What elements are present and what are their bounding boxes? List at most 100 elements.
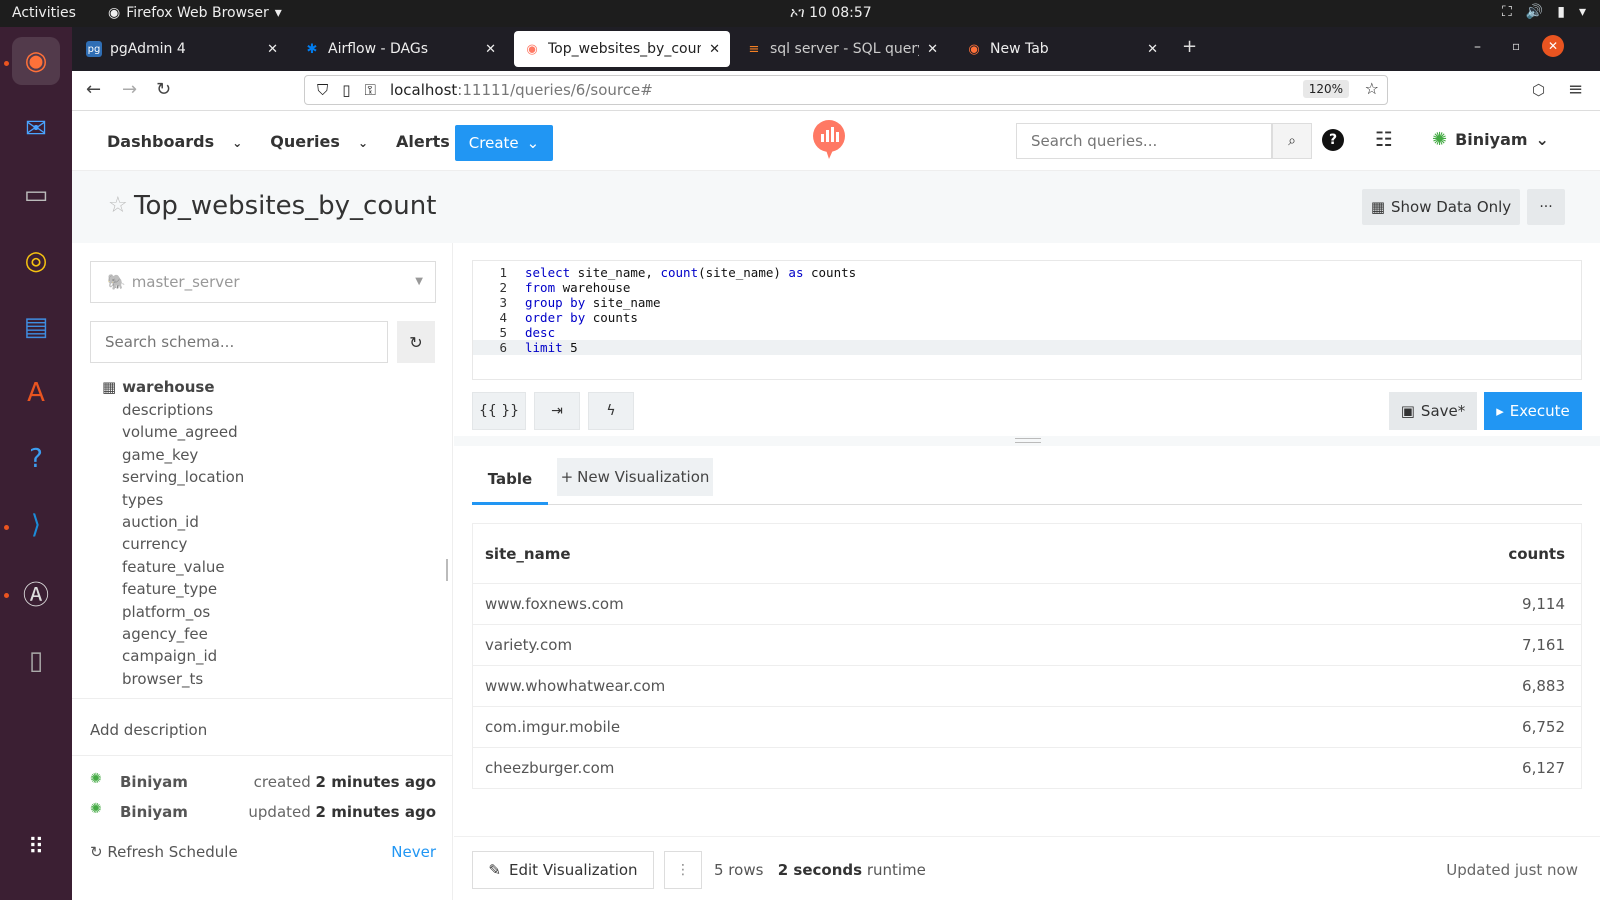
- create-button[interactable]: Create ⌄: [455, 125, 553, 161]
- created-info: ✺ Biniyam created 2 minutes ago: [90, 771, 436, 791]
- plus-icon: +: [560, 468, 574, 486]
- column-header-counts[interactable]: counts: [1255, 523, 1582, 584]
- format-query-icon[interactable]: ⇥: [534, 392, 580, 430]
- editor-line: 6 limit 5: [473, 340, 1581, 355]
- rhythmbox-icon[interactable]: ◎: [12, 237, 60, 285]
- play-icon: ▸: [1496, 402, 1504, 420]
- refresh-schedule-value[interactable]: Never: [391, 843, 436, 861]
- schema-column[interactable]: currency: [102, 533, 432, 555]
- shield-icon[interactable]: ⛉: [317, 81, 328, 99]
- close-icon[interactable]: ✕: [709, 42, 720, 57]
- page-title[interactable]: Top_websites_by_count: [134, 191, 436, 221]
- refresh-schema-button[interactable]: ↻: [397, 321, 435, 363]
- user-menu[interactable]: ✺ Biniyam ⌄: [1432, 129, 1549, 150]
- stackoverflow-icon: ≡: [748, 41, 760, 57]
- schema-column[interactable]: agency_fee: [102, 623, 432, 645]
- activities-button[interactable]: Activities: [12, 5, 76, 21]
- search-icon[interactable]: ⌕: [1272, 123, 1312, 159]
- help-icon[interactable]: ?: [1322, 129, 1344, 151]
- url-bar[interactable]: ⛉ ▯ ⚿ localhost:11111/queries/6/source# …: [304, 75, 1388, 105]
- updater-icon[interactable]: Ⓐ: [12, 569, 60, 617]
- bookmark-star-icon[interactable]: ☆: [1365, 79, 1379, 98]
- redash-icon: ◉: [526, 41, 538, 57]
- execute-button[interactable]: ▸ Execute: [1484, 392, 1582, 430]
- back-button[interactable]: ←: [86, 79, 101, 100]
- schema-column[interactable]: auction_id: [102, 511, 432, 533]
- reload-button[interactable]: ↻: [156, 79, 171, 100]
- files-icon[interactable]: ▭: [12, 171, 60, 219]
- sql-editor[interactable]: 1 select site_name, count(site_name) as c…: [472, 260, 1582, 380]
- schema-table[interactable]: ▦ warehouse: [102, 375, 432, 399]
- browser-tab-redash[interactable]: ◉ Top_websites_by_count ✕: [514, 31, 730, 67]
- nav-queries[interactable]: Queries ⌄: [270, 132, 368, 151]
- settings-sliders-icon[interactable]: ☷: [1375, 127, 1393, 151]
- software-center-icon[interactable]: A: [12, 369, 60, 417]
- firefox-icon[interactable]: ◉: [12, 37, 60, 85]
- maximize-button[interactable]: ▫: [1512, 39, 1520, 53]
- new-tab-button[interactable]: +: [1182, 36, 1197, 57]
- thunderbird-icon[interactable]: ✉: [12, 105, 60, 153]
- network-icon: ⛶: [1502, 4, 1512, 20]
- add-description-link[interactable]: Add description: [72, 698, 453, 756]
- resize-handle[interactable]: [1015, 438, 1041, 443]
- schema-column[interactable]: platform_os: [102, 601, 432, 623]
- forward-button[interactable]: →: [122, 79, 137, 100]
- autocomplete-bolt-icon[interactable]: ϟ: [588, 392, 634, 430]
- schema-column[interactable]: descriptions: [102, 399, 432, 421]
- browser-tab-newtab[interactable]: ◉ New Tab ✕: [956, 31, 1168, 67]
- nav-dashboards[interactable]: Dashboards ⌄: [107, 132, 242, 151]
- redash-logo[interactable]: [812, 119, 846, 161]
- vscode-icon[interactable]: ⟩: [12, 501, 60, 549]
- close-icon[interactable]: ✕: [927, 42, 938, 57]
- permissions-icon[interactable]: ⚿: [365, 81, 376, 99]
- close-window-button[interactable]: ✕: [1542, 35, 1564, 57]
- usb-drive-icon[interactable]: ▯: [12, 637, 60, 685]
- table-cell: 7,161: [1255, 624, 1582, 666]
- system-tray[interactable]: ⛶ 🔊 ▮ ▾: [1502, 4, 1586, 20]
- edit-visualization-button[interactable]: ✎ Edit Visualization: [472, 851, 654, 889]
- writer-icon[interactable]: ▤: [12, 303, 60, 351]
- schema-column[interactable]: campaign_id: [102, 645, 432, 667]
- tab-table[interactable]: Table: [472, 456, 548, 505]
- schema-column[interactable]: feature_type: [102, 578, 432, 600]
- sql-line-1: select site_name, count(site_name) as co…: [525, 265, 857, 280]
- close-icon[interactable]: ✕: [267, 42, 278, 57]
- zoom-level[interactable]: 120%: [1302, 80, 1349, 98]
- close-icon[interactable]: ✕: [1147, 42, 1158, 57]
- nav-alerts[interactable]: Alerts: [396, 132, 450, 151]
- more-options-button[interactable]: ···: [1527, 189, 1565, 225]
- table-cell: com.imgur.mobile: [472, 706, 1256, 748]
- save-button[interactable]: ▣ Save*: [1389, 392, 1477, 430]
- new-visualization-button[interactable]: + New Visualization: [557, 458, 713, 496]
- schema-search-input[interactable]: [90, 321, 388, 363]
- schema-column[interactable]: browser_ts: [102, 668, 432, 690]
- more-options-button[interactable]: ⋮: [664, 851, 702, 889]
- close-icon[interactable]: ✕: [485, 42, 496, 57]
- schema-browser: ▦ warehouse descriptions volume_agreed g…: [102, 375, 432, 695]
- clock[interactable]: ኦገ 10 08:57: [790, 5, 872, 21]
- hamburger-menu-icon[interactable]: ≡: [1568, 79, 1583, 100]
- table-icon: ▦: [1370, 198, 1385, 216]
- schema-column[interactable]: types: [102, 489, 432, 511]
- browser-tab-pgadmin[interactable]: pg pgAdmin 4 ✕: [76, 31, 288, 67]
- schema-column[interactable]: serving_location: [102, 466, 432, 488]
- data-source-select[interactable]: 🐘 master_server ▼: [90, 261, 436, 303]
- schema-column[interactable]: feature_value: [102, 556, 432, 578]
- app-grid-icon[interactable]: ⠿: [12, 823, 60, 871]
- browser-tab-stackoverflow[interactable]: ≡ sql server - SQL query to ✕: [736, 31, 948, 67]
- query-title-bar: ☆ Top_websites_by_count ▦ Show Data Only…: [72, 171, 1600, 243]
- show-data-only-button[interactable]: ▦ Show Data Only: [1362, 189, 1520, 225]
- minimize-button[interactable]: –: [1474, 39, 1481, 55]
- schema-column[interactable]: game_key: [102, 444, 432, 466]
- app-menu[interactable]: ◉ Firefox Web Browser ▾: [108, 5, 282, 21]
- browser-tab-airflow[interactable]: ✱ Airflow - DAGs ✕: [294, 31, 506, 67]
- column-header-site-name[interactable]: site_name: [472, 523, 1256, 584]
- search-queries-input[interactable]: [1016, 123, 1272, 159]
- panel-resize-handle[interactable]: [446, 559, 448, 581]
- schema-column[interactable]: volume_agreed: [102, 421, 432, 443]
- pocket-icon[interactable]: ⬡: [1532, 81, 1545, 99]
- help-icon[interactable]: ?: [12, 435, 60, 483]
- table-cell: 6,883: [1255, 665, 1582, 707]
- favorite-star-icon[interactable]: ☆: [108, 193, 128, 218]
- add-parameter-button[interactable]: {{ }}: [472, 392, 526, 430]
